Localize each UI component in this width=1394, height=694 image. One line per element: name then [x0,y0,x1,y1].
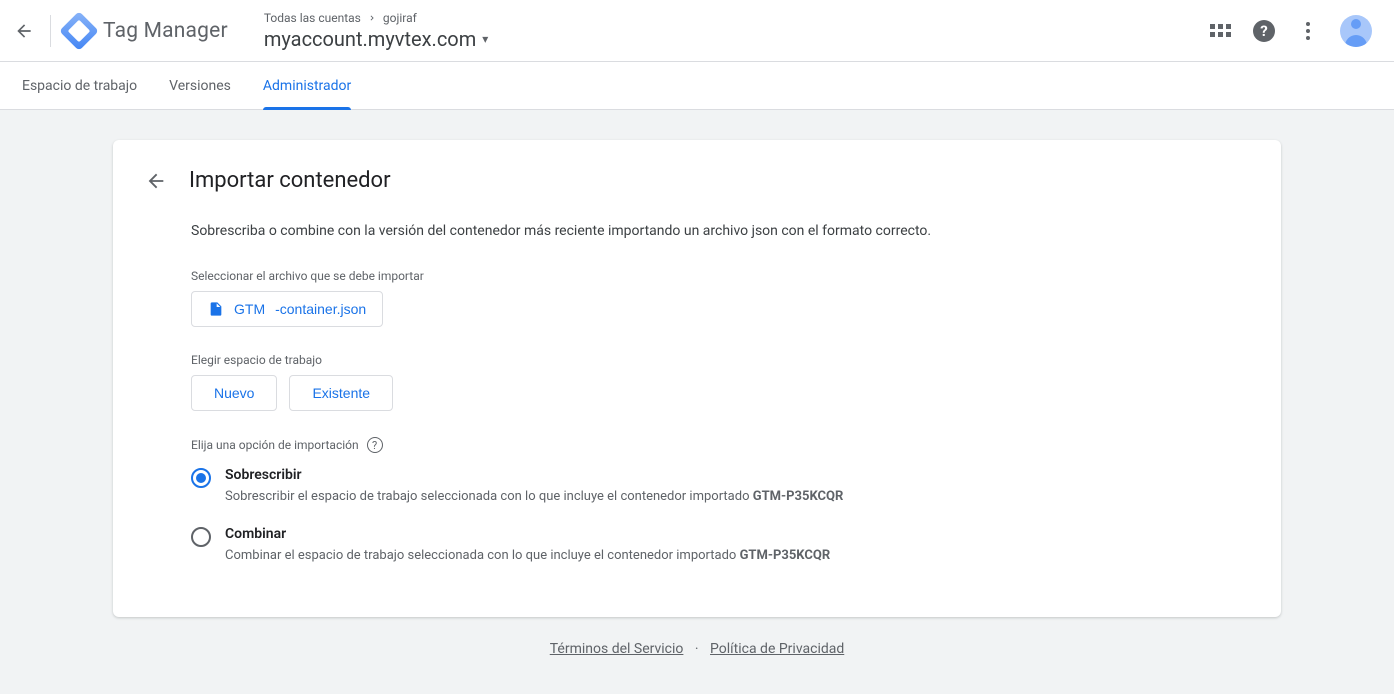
product-logo-block[interactable]: Tag Manager [65,17,228,45]
account-selector[interactable]: Todas las cuentas gojiraf myaccount.myvt… [264,11,488,51]
import-option-radio-group: Sobrescribir Sobrescribir el espacio de … [191,467,1249,563]
file-name-suffix: -container.json [275,301,366,317]
new-workspace-button[interactable]: Nuevo [191,375,277,411]
breadcrumb: Todas las cuentas gojiraf [264,11,488,25]
apps-grid-icon [1210,24,1231,37]
footer-separator: · [695,641,699,657]
select-file-button[interactable]: GTM -container.json [191,291,383,327]
help-button[interactable]: ? [1252,19,1276,43]
help-icon: ? [1253,20,1275,42]
privacy-link[interactable]: Política de Privacidad [710,641,844,657]
container-name: myaccount.myvtex.com [264,27,476,51]
overwrite-title: Sobrescribir [225,467,843,483]
import-option-label: Elija una opción de importación [191,438,359,452]
page-title: Importar contenedor [189,168,391,193]
footer: Términos del Servicio · Política de Priv… [0,617,1394,657]
radio-button-merge[interactable] [191,527,211,547]
avatar-icon [1351,19,1361,29]
breadcrumb-all-accounts[interactable]: Todas las cuentas [264,11,361,25]
tag-manager-logo-icon [59,11,99,51]
merge-container-id: GTM-P35KCQR [740,548,831,563]
tab-versions[interactable]: Versiones [169,62,231,109]
tab-admin[interactable]: Administrador [263,62,351,109]
main-tabs: Espacio de trabajo Versiones Administrad… [0,62,1394,110]
file-icon [208,300,224,318]
workspace-field-label: Elegir espacio de trabajo [191,353,1249,367]
radio-button-overwrite[interactable] [191,468,211,488]
card-back-button[interactable] [145,170,167,192]
product-name: Tag Manager [103,19,228,43]
overwrite-description: Sobrescribir el espacio de trabajo selec… [225,489,843,504]
dropdown-arrow-icon: ▾ [482,32,488,46]
more-vert-icon [1306,22,1310,40]
import-option-help-button[interactable]: ? [367,437,383,453]
more-button[interactable] [1296,19,1320,43]
tab-workspace[interactable]: Espacio de trabajo [22,62,137,109]
existing-workspace-button[interactable]: Existente [289,375,393,411]
account-avatar[interactable] [1340,15,1372,47]
description-text: Sobrescriba o combine con la versión del… [191,223,1249,239]
radio-selected-dot-icon [196,473,206,483]
file-field-label: Seleccionar el archivo que se debe impor… [191,269,1249,283]
arrow-left-icon [14,21,34,41]
radio-option-merge[interactable]: Combinar Combinar el espacio de trabajo … [191,526,1249,563]
chevron-right-icon [367,13,377,23]
import-card: Importar contenedor Sobrescriba o combin… [113,140,1281,617]
overwrite-container-id: GTM-P35KCQR [753,489,844,504]
app-header: Tag Manager Todas las cuentas gojiraf my… [0,0,1394,62]
radio-option-overwrite[interactable]: Sobrescribir Sobrescribir el espacio de … [191,467,1249,504]
merge-description: Combinar el espacio de trabajo seleccion… [225,548,830,563]
divider [50,15,51,47]
arrow-left-icon [145,170,167,192]
apps-button[interactable] [1208,19,1232,43]
browser-back-button[interactable] [0,7,48,55]
help-outline-icon: ? [372,439,377,452]
page-body: Importar contenedor Sobrescriba o combin… [0,110,1394,694]
file-name-prefix: GTM [234,301,265,317]
breadcrumb-account-name[interactable]: gojiraf [383,11,417,25]
terms-link[interactable]: Términos del Servicio [550,641,684,657]
merge-title: Combinar [225,526,830,542]
